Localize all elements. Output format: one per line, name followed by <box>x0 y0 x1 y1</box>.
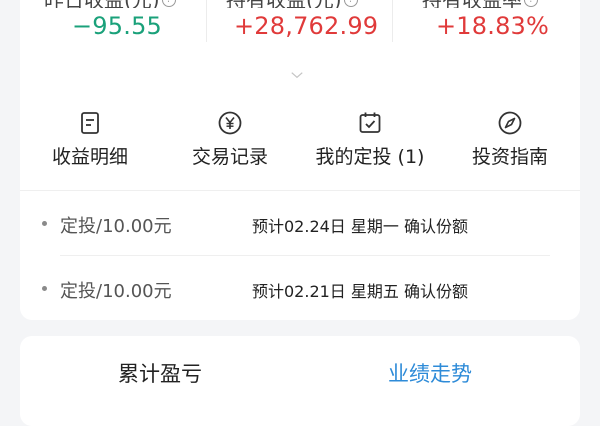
compass-icon <box>498 111 522 135</box>
plan-confirm-note: 预计02.24日 星期一 确认份额 <box>252 217 468 236</box>
stat-label-rate[interactable]: 持有收益率? <box>422 0 538 8</box>
action-label: 我的定投 (1) <box>315 146 425 168</box>
plan-row[interactable]: 定投/10.00元 预计02.21日 星期五 确认份额 <box>20 259 580 319</box>
divider <box>392 0 393 42</box>
plan-confirm-note: 预计02.21日 星期五 确认份额 <box>252 282 468 301</box>
action-my-plans[interactable]: 我的定投 (1) <box>310 110 430 169</box>
info-icon[interactable]: ? <box>161 0 176 7</box>
divider <box>20 190 580 191</box>
calendar-check-icon <box>359 112 381 133</box>
plan-row[interactable]: 定投/10.00元 预计02.24日 星期一 确认份额 <box>20 194 580 254</box>
bullet-icon <box>42 221 47 226</box>
action-transactions[interactable]: 交易记录 <box>170 110 290 169</box>
plan-amount: 定投/10.00元 <box>60 216 172 237</box>
stat-label-holding[interactable]: 持有收益(元)? <box>226 0 358 8</box>
stat-label-yesterday[interactable]: 昨日收益(元)? <box>44 0 176 8</box>
stat-value-yesterday: −95.55 <box>72 12 163 40</box>
action-investment-guide[interactable]: 投资指南 <box>450 110 570 169</box>
action-earnings-detail[interactable]: 收益明细 <box>30 110 150 169</box>
holdings-summary-card: 昨日收益(元)? −95.55 持有收益(元)? +28,762.99 持有收益… <box>20 0 580 320</box>
action-label: 交易记录 <box>191 146 268 168</box>
chevron-down-icon[interactable] <box>290 68 304 82</box>
action-label: 收益明细 <box>51 146 128 168</box>
plan-amount: 定投/10.00元 <box>60 281 172 302</box>
tab-performance-trend[interactable]: 业绩走势 <box>388 358 472 388</box>
info-icon[interactable]: ? <box>343 0 358 7</box>
document-icon <box>81 112 99 134</box>
bullet-icon <box>42 286 47 291</box>
chart-tabs-card: 累计盈亏 业绩走势 <box>20 336 580 426</box>
stat-label-text: 昨日收益(元) <box>44 0 160 8</box>
stat-label-text: 持有收益(元) <box>226 0 342 8</box>
yen-circle-icon <box>218 111 242 135</box>
stat-value-holding: +28,762.99 <box>234 12 379 40</box>
divider <box>60 255 550 256</box>
stat-value-rate: +18.83% <box>436 12 550 40</box>
divider <box>206 0 207 42</box>
info-icon[interactable]: ? <box>524 0 538 7</box>
tab-cumulative-pnl[interactable]: 累计盈亏 <box>118 358 202 388</box>
action-label: 投资指南 <box>471 146 548 168</box>
stat-label-text: 持有收益率 <box>422 0 522 8</box>
